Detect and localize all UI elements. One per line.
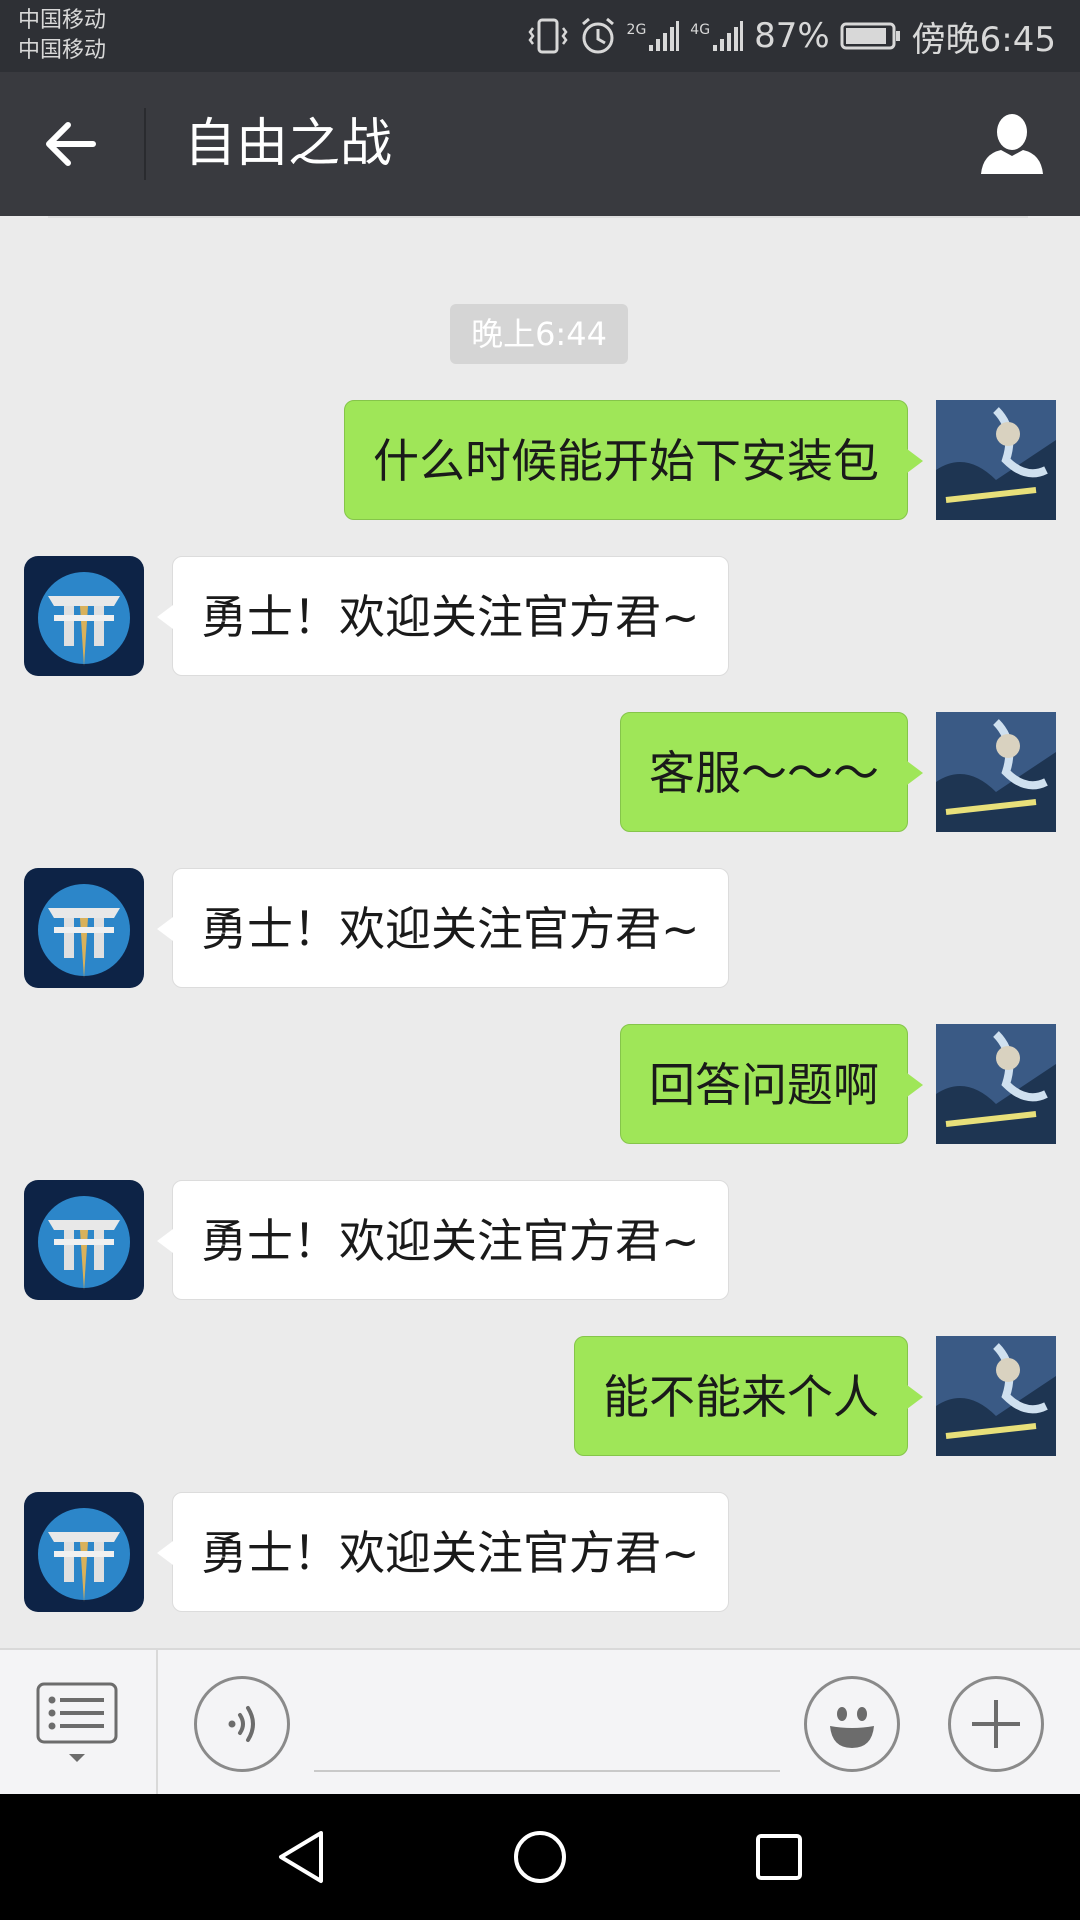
alarm-icon	[581, 17, 614, 54]
plus-icon	[972, 1700, 1020, 1748]
timestamp-badge: 晚上6:44	[450, 304, 628, 364]
message-row-outgoing: 回答问题啊	[0, 1024, 1080, 1146]
message-row-outgoing: 什么时候能开始下安装包	[0, 400, 1080, 522]
message-bubble[interactable]: 勇士！欢迎关注官方君~	[157, 1492, 729, 1612]
official-account-avatar[interactable]	[24, 556, 144, 676]
message-row-incoming: 勇士！欢迎关注官方君~	[0, 1492, 1080, 1614]
message-row-incoming: 勇士！欢迎关注官方君~	[0, 556, 1080, 678]
profile-button[interactable]	[974, 106, 1050, 182]
network-type-2: 4G	[690, 22, 711, 38]
message-bubble[interactable]: 勇士！欢迎关注官方君~	[157, 868, 729, 988]
official-account-avatar[interactable]	[24, 1492, 144, 1612]
signal-bars-icon	[649, 21, 680, 51]
nav-home-button[interactable]	[507, 1824, 573, 1890]
input-divider	[156, 1650, 158, 1796]
chat-title: 自由之战	[184, 114, 393, 174]
user-avatar[interactable]	[936, 712, 1056, 832]
user-avatar[interactable]	[936, 400, 1056, 520]
message-bubble[interactable]: 客服～～～	[620, 712, 923, 832]
message-input[interactable]	[314, 1680, 780, 1772]
nav-back-button[interactable]	[268, 1824, 334, 1890]
system-nav-bar	[0, 1794, 1080, 1920]
status-icons: 2G 4G 87% 傍晚6:45	[527, 0, 1056, 72]
status-bar: 中国移动 中国移动 2G 4G 87% 傍晚6:45	[0, 0, 1080, 72]
message-row-incoming: 勇士！欢迎关注官方君~	[0, 868, 1080, 990]
back-arrow-icon	[46, 122, 96, 166]
input-bar	[0, 1648, 1080, 1796]
emoji-button[interactable]	[804, 1676, 900, 1772]
user-avatar[interactable]	[936, 1336, 1056, 1456]
message-row-outgoing: 能不能来个人	[0, 1336, 1080, 1458]
smiley-icon	[830, 1707, 874, 1748]
signal-2: 4G	[690, 19, 744, 53]
voice-icon	[228, 1706, 255, 1742]
user-avatar[interactable]	[936, 1024, 1056, 1144]
signal-1: 2G	[627, 19, 681, 53]
square-recents-icon	[756, 1834, 802, 1880]
message-row-outgoing: 客服～～～	[0, 712, 1080, 834]
vibrate-icon	[527, 18, 568, 54]
more-button[interactable]	[948, 1676, 1044, 1772]
clock: 傍晚6:45	[911, 19, 1056, 60]
message-bubble[interactable]: 能不能来个人	[574, 1336, 923, 1456]
message-bubble[interactable]: 勇士！欢迎关注官方君~	[157, 1180, 729, 1300]
title-bar: 自由之战	[0, 72, 1080, 216]
triangle-back-icon	[279, 1831, 323, 1883]
back-button[interactable]	[34, 108, 106, 180]
message-bubble[interactable]: 回答问题啊	[620, 1024, 923, 1144]
signal-bars-icon	[713, 21, 744, 51]
battery-percent: 87%	[754, 16, 830, 56]
message-bubble[interactable]: 勇士！欢迎关注官方君~	[157, 556, 729, 676]
person-icon	[981, 114, 1043, 174]
network-type-1: 2G	[626, 22, 647, 38]
message-bubble[interactable]: 什么时候能开始下安装包	[344, 400, 923, 520]
message-row-incoming: 勇士！欢迎关注官方君~	[0, 1180, 1080, 1302]
carrier-2: 中国移动	[18, 38, 107, 63]
official-account-avatar[interactable]	[24, 868, 144, 988]
nav-recents-button[interactable]	[746, 1824, 812, 1890]
carrier-info: 中国移动 中国移动	[18, 6, 106, 66]
menu-list-icon	[36, 1682, 118, 1762]
carrier-1: 中国移动	[18, 8, 107, 33]
official-account-avatar[interactable]	[24, 1180, 144, 1300]
divider	[48, 216, 1028, 218]
battery-icon	[840, 22, 900, 50]
circle-home-icon	[514, 1831, 566, 1883]
title-divider	[144, 108, 146, 180]
chat-area[interactable]: 晚上6:44 什么时候能开始下安装包 勇士！欢迎关注官方君~ 客服～～～ 勇士！…	[0, 216, 1080, 1648]
menu-toggle-button[interactable]	[34, 1680, 120, 1770]
voice-button[interactable]	[194, 1676, 290, 1772]
